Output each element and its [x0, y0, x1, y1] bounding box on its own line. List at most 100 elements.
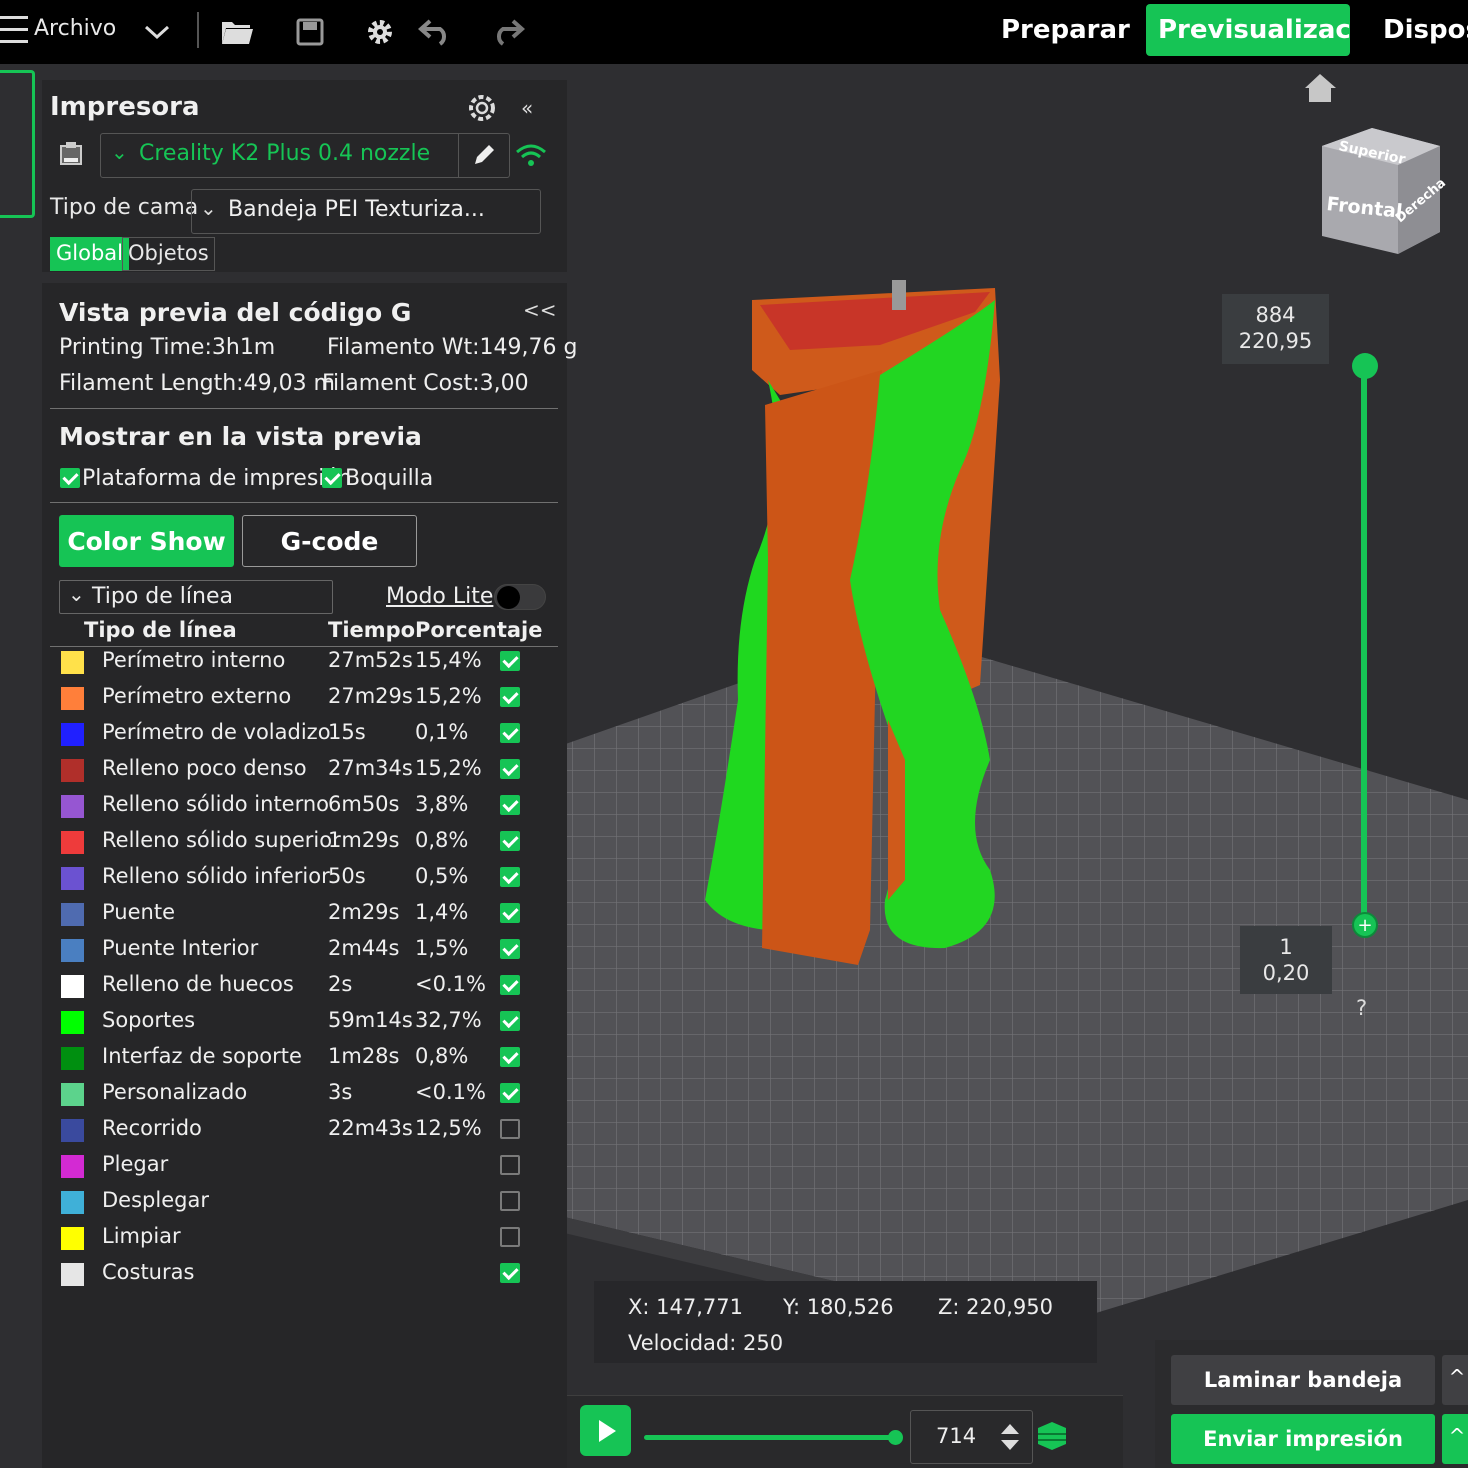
gcode-button[interactable]: G-code: [242, 515, 417, 567]
spinner-arrows-icon[interactable]: [999, 1422, 1021, 1456]
show-platform-checkbox[interactable]: [60, 468, 80, 488]
line-type-visibility-checkbox[interactable]: [500, 1263, 520, 1283]
tab-previsualizacion[interactable]: Previsualización: [1146, 4, 1350, 56]
show-preview-title: Mostrar en la vista previa: [59, 422, 422, 451]
line-type-visibility-checkbox[interactable]: [500, 795, 520, 815]
undo-icon[interactable]: [415, 12, 455, 52]
tab-objetos[interactable]: Objetos: [122, 237, 215, 271]
legend-row: Perímetro externo 27m29s 15,2%: [50, 682, 560, 718]
line-type-name: Relleno sólido interno: [102, 792, 330, 816]
line-type-visibility-checkbox[interactable]: [500, 1227, 520, 1247]
legend-row: Relleno poco denso 27m34s 15,2%: [50, 754, 560, 790]
bed-type-label: Tipo de cama: [50, 195, 199, 220]
open-folder-icon[interactable]: [217, 12, 257, 52]
filament-length: Filament Length:49,03 m: [59, 371, 335, 396]
3d-viewport[interactable]: Superior Frontal Derecha: [567, 64, 1468, 1468]
send-options-chevron-up-icon[interactable]: ^: [1442, 1414, 1468, 1464]
line-type-visibility-checkbox[interactable]: [500, 867, 520, 887]
tab-global[interactable]: Global: [50, 237, 129, 271]
line-type-visibility-checkbox[interactable]: [500, 903, 520, 923]
line-type-visibility-checkbox[interactable]: [500, 1119, 520, 1139]
build-plate-scene: Superior Frontal Derecha: [567, 74, 1468, 1346]
legend-row: Relleno sólido inferior 50s 0,5%: [50, 862, 560, 898]
settings-gear-icon[interactable]: [360, 12, 400, 52]
color-swatch: [61, 687, 84, 710]
color-swatch: [61, 1047, 84, 1070]
line-type-time: 27m29s: [328, 684, 413, 708]
divider: [50, 408, 558, 409]
printer-preset-select[interactable]: ⌄ Creality K2 Plus 0.4 nozzle: [100, 133, 510, 178]
color-swatch: [61, 651, 84, 674]
layers-stack-icon[interactable]: [1036, 1420, 1068, 1456]
line-type-name: Desplegar: [102, 1188, 209, 1212]
send-print-button[interactable]: Enviar impresión: [1171, 1414, 1435, 1464]
line-type-time: 2m29s: [328, 900, 400, 924]
printer-settings-gear-icon[interactable]: [466, 92, 498, 128]
line-type-visibility-checkbox[interactable]: [500, 759, 520, 779]
line-type-visibility-checkbox[interactable]: [500, 723, 520, 743]
save-icon[interactable]: [290, 12, 330, 52]
collapsed-sidebar-tab[interactable]: [0, 70, 35, 218]
line-type-percentage: <0.1%: [415, 1080, 486, 1104]
home-view-icon[interactable]: [1300, 70, 1340, 106]
color-swatch: [61, 1155, 84, 1178]
line-type-name: Costuras: [102, 1260, 195, 1284]
legend-row: Soportes 59m14s 32,7%: [50, 1006, 560, 1042]
line-type-visibility-checkbox[interactable]: [500, 1047, 520, 1067]
line-type-visibility-checkbox[interactable]: [500, 1083, 520, 1103]
legend-row: Relleno sólido superior 1m29s 0,8%: [50, 826, 560, 862]
move-slider-track[interactable]: [644, 1435, 896, 1440]
collapse-gcode-panel-button[interactable]: <<: [523, 298, 557, 322]
line-type-visibility-checkbox[interactable]: [500, 1011, 520, 1031]
color-swatch: [61, 759, 84, 782]
line-type-visibility-checkbox[interactable]: [500, 651, 520, 671]
legend-row: Puente Interior 2m44s 1,5%: [50, 934, 560, 970]
line-type-percentage: 0,8%: [415, 828, 469, 852]
layer-slider-bottom-handle[interactable]: +: [1352, 912, 1378, 938]
tab-dispositivo[interactable]: Dispositivo: [1383, 4, 1468, 56]
line-type-visibility-checkbox[interactable]: [500, 1155, 520, 1175]
lite-mode-label: Modo Lite: [386, 584, 494, 609]
layer-slider-track[interactable]: [1361, 368, 1367, 924]
chevron-down-icon: ⌄: [200, 196, 217, 220]
redo-icon[interactable]: [488, 12, 528, 52]
legend-row: Perímetro interno 27m52s 15,4%: [50, 646, 560, 682]
lite-mode-toggle[interactable]: [494, 584, 546, 610]
line-type-name: Recorrido: [102, 1116, 202, 1140]
chevron-down-icon[interactable]: [137, 12, 177, 52]
line-type-visibility-checkbox[interactable]: [500, 831, 520, 851]
line-type-name: Interfaz de soporte: [102, 1044, 302, 1068]
line-type-time: 2m44s: [328, 936, 400, 960]
slice-options-chevron-up-icon[interactable]: ^: [1442, 1355, 1468, 1405]
speed-readout: Velocidad: 250: [628, 1331, 784, 1355]
layer-slider-top-handle[interactable]: [1352, 353, 1378, 379]
line-type-time: 2s: [328, 972, 353, 996]
help-question-icon[interactable]: ?: [1356, 996, 1367, 1020]
line-type-visibility-checkbox[interactable]: [500, 1191, 520, 1211]
move-step-input[interactable]: 714: [910, 1410, 1033, 1464]
file-menu[interactable]: Archivo: [34, 16, 116, 41]
line-type-select[interactable]: ⌄ Tipo de línea: [59, 580, 333, 614]
show-nozzle-checkbox[interactable]: [322, 468, 342, 488]
view-cube[interactable]: [1318, 125, 1444, 259]
line-type-name: Personalizado: [102, 1080, 248, 1104]
line-type-visibility-checkbox[interactable]: [500, 939, 520, 959]
bed-type-select[interactable]: ⌄ Bandeja PEI Texturiza...: [191, 189, 541, 234]
color-swatch: [61, 831, 84, 854]
header-time: Tiempo: [328, 618, 416, 642]
edit-pencil-icon[interactable]: [471, 142, 497, 172]
legend-row: Costuras: [50, 1258, 560, 1294]
line-type-visibility-checkbox[interactable]: [500, 687, 520, 707]
slice-plate-button[interactable]: Laminar bandeja: [1171, 1355, 1435, 1405]
move-slider-handle[interactable]: [888, 1430, 903, 1445]
wifi-connected-icon[interactable]: [515, 143, 547, 173]
tab-preparar[interactable]: Preparar: [1001, 4, 1130, 56]
printing-time: Printing Time:3h1m: [59, 335, 276, 360]
hamburger-menu-icon[interactable]: [0, 10, 30, 50]
play-button[interactable]: [580, 1405, 631, 1456]
collapse-panel-icon[interactable]: «: [521, 96, 533, 120]
legend-row: Personalizado 3s <0.1%: [50, 1078, 560, 1114]
line-type-visibility-checkbox[interactable]: [500, 975, 520, 995]
line-type-percentage: 12,5%: [415, 1116, 482, 1140]
color-show-button[interactable]: Color Show: [59, 515, 234, 567]
